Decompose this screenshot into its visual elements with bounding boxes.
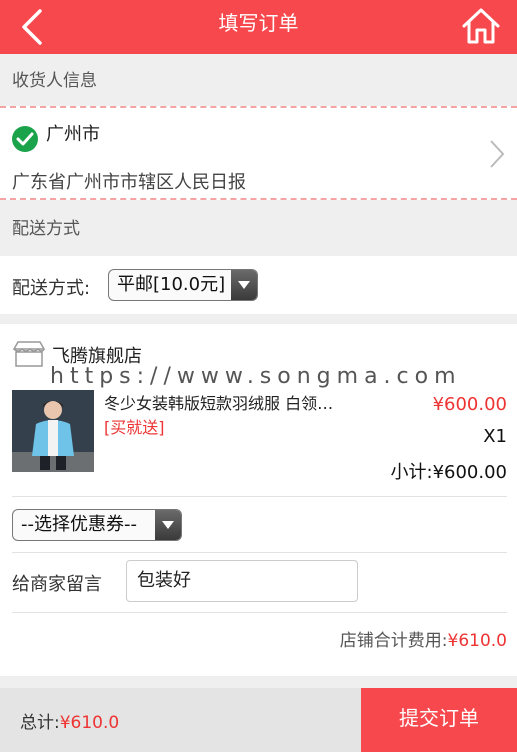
product-quantity: X1 <box>483 426 507 447</box>
divider <box>12 496 507 497</box>
watermark-text: https://www.songma.com <box>50 364 462 389</box>
home-icon[interactable] <box>461 6 501 46</box>
message-label: 给商家留言 <box>12 574 102 595</box>
shop-total-label: 店铺合计费用: <box>339 631 448 651</box>
dropdown-arrow-icon <box>155 510 181 540</box>
delivery-select-value: 平邮[10.0元] <box>117 274 226 295</box>
page-title: 填写订单 <box>218 11 299 35</box>
delivery-select[interactable]: 平邮[10.0元] <box>108 269 258 301</box>
delivery-section-label: 配送方式 <box>12 219 80 239</box>
bottom-bar: 总计:¥610.0 提交订单 <box>0 688 517 752</box>
shop-card: 飞腾旗舰店 https://www.songma.com 冬少女装韩版短款羽绒服… <box>0 324 517 676</box>
check-circle-icon <box>12 126 38 152</box>
dropdown-arrow-icon <box>231 270 257 300</box>
order-total-amount: ¥610.0 <box>59 713 120 733</box>
address-city: 广州市 <box>46 124 100 145</box>
receiver-section-label: 收货人信息 <box>12 71 97 91</box>
promo-tag: [买就送] <box>104 418 165 437</box>
product-thumbnail[interactable] <box>12 390 94 472</box>
delivery-field-label: 配送方式: <box>12 278 91 299</box>
coupon-select-value: --选择优惠券-- <box>21 514 137 535</box>
store-icon <box>12 341 46 367</box>
product-subtotal: 小计:¥600.00 <box>390 462 508 483</box>
address-card[interactable]: 广州市 广东省广州市市辖区人民日报 <box>0 106 517 200</box>
top-bar: 填写订单 <box>0 0 517 54</box>
order-total: 总计:¥610.0 <box>20 708 119 733</box>
address-detail: 广东省广州市市辖区人民日报 <box>12 172 246 193</box>
chevron-right-icon <box>490 140 505 168</box>
coupon-select[interactable]: --选择优惠券-- <box>12 509 182 541</box>
divider <box>12 552 507 553</box>
order-total-label: 总计: <box>20 713 60 733</box>
shop-total: 店铺合计费用:¥610.0 <box>340 626 507 651</box>
divider <box>12 612 507 613</box>
product-name[interactable]: 冬少女装韩版短款羽绒服 白领… <box>104 390 344 414</box>
message-input[interactable]: 包装好 <box>126 560 358 602</box>
delivery-row: 配送方式: 平邮[10.0元] <box>0 256 517 314</box>
product-price: ¥600.00 <box>432 394 507 415</box>
submit-order-button[interactable]: 提交订单 <box>361 688 517 752</box>
shop-total-amount: ¥610.0 <box>447 631 507 651</box>
